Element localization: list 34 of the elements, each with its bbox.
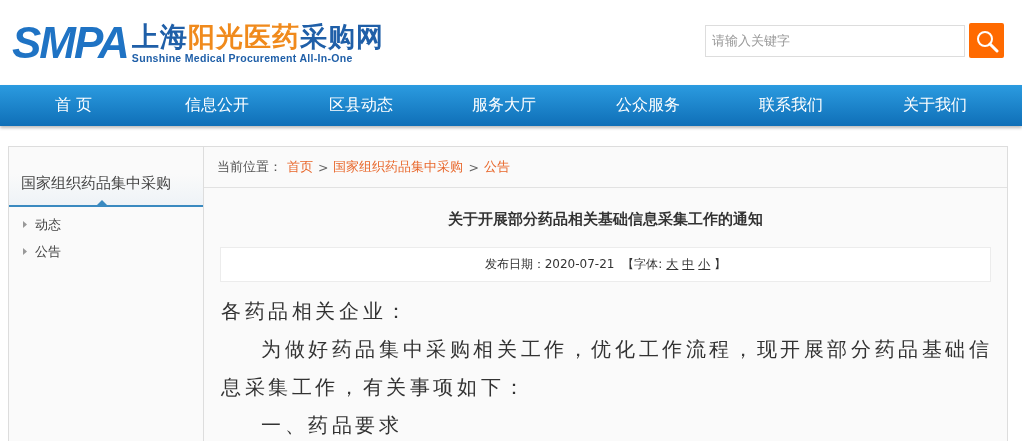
logo-mark: SMPA (12, 17, 128, 68)
search-button[interactable] (969, 23, 1004, 58)
font-size-link[interactable]: 中 (682, 256, 695, 273)
sidebar-title: 国家组织药品集中采购 (9, 174, 203, 207)
logo-title: 上海阳光医药采购网 (131, 21, 384, 52)
font-size-bracket: 】 (714, 256, 727, 273)
nav-item[interactable]: 服务大厅 (432, 85, 576, 126)
font-size-link[interactable]: 大 (666, 256, 679, 273)
logo-subtitle: Sunshine Medical Procurement All-In-One (131, 51, 354, 64)
nav-item[interactable]: 区县动态 (289, 85, 433, 126)
search-field[interactable]: 请输入关键字 (705, 24, 965, 57)
breadcrumb-link[interactable]: 国家组织药品集中采购 (333, 158, 464, 176)
article-paragraph: 各药品相关企业： (221, 298, 411, 325)
nav-item[interactable]: 关于我们 (863, 85, 1007, 126)
search-icon (974, 28, 999, 53)
font-size-link[interactable]: 小 (698, 256, 711, 273)
breadcrumb-separator: > (318, 159, 329, 175)
nav-item[interactable]: 联系我们 (719, 85, 863, 126)
caret-icon (23, 221, 27, 228)
article-paragraph: 为做好药品集中采购相关工作，优化工作流程，现开展部分药品基础信息采集工作，有关事项如下： (221, 336, 994, 401)
publish-date: 发布日期：2020-07-21 (484, 256, 615, 273)
nav-item[interactable]: 信息公开 (145, 85, 289, 126)
nav-item[interactable]: 公众服务 (576, 85, 720, 126)
article-paragraph: 一、药品要求 (260, 412, 404, 439)
breadcrumb-link[interactable]: 公告 (483, 158, 510, 176)
sidebar-item[interactable]: 动态 (23, 215, 203, 234)
caret-icon (23, 248, 27, 255)
sidebar-item[interactable]: 公告 (23, 242, 203, 261)
breadcrumb-link[interactable]: 首页 (287, 158, 313, 176)
article-title: 关于开展部分药品相关基础信息采集工作的通知 (447, 210, 764, 229)
font-size-label: 【字体: (621, 256, 663, 273)
breadcrumb-label: 当前位置： (217, 158, 282, 176)
breadcrumb-separator: > (468, 159, 479, 175)
nav-item[interactable]: 首 页 (2, 85, 146, 126)
